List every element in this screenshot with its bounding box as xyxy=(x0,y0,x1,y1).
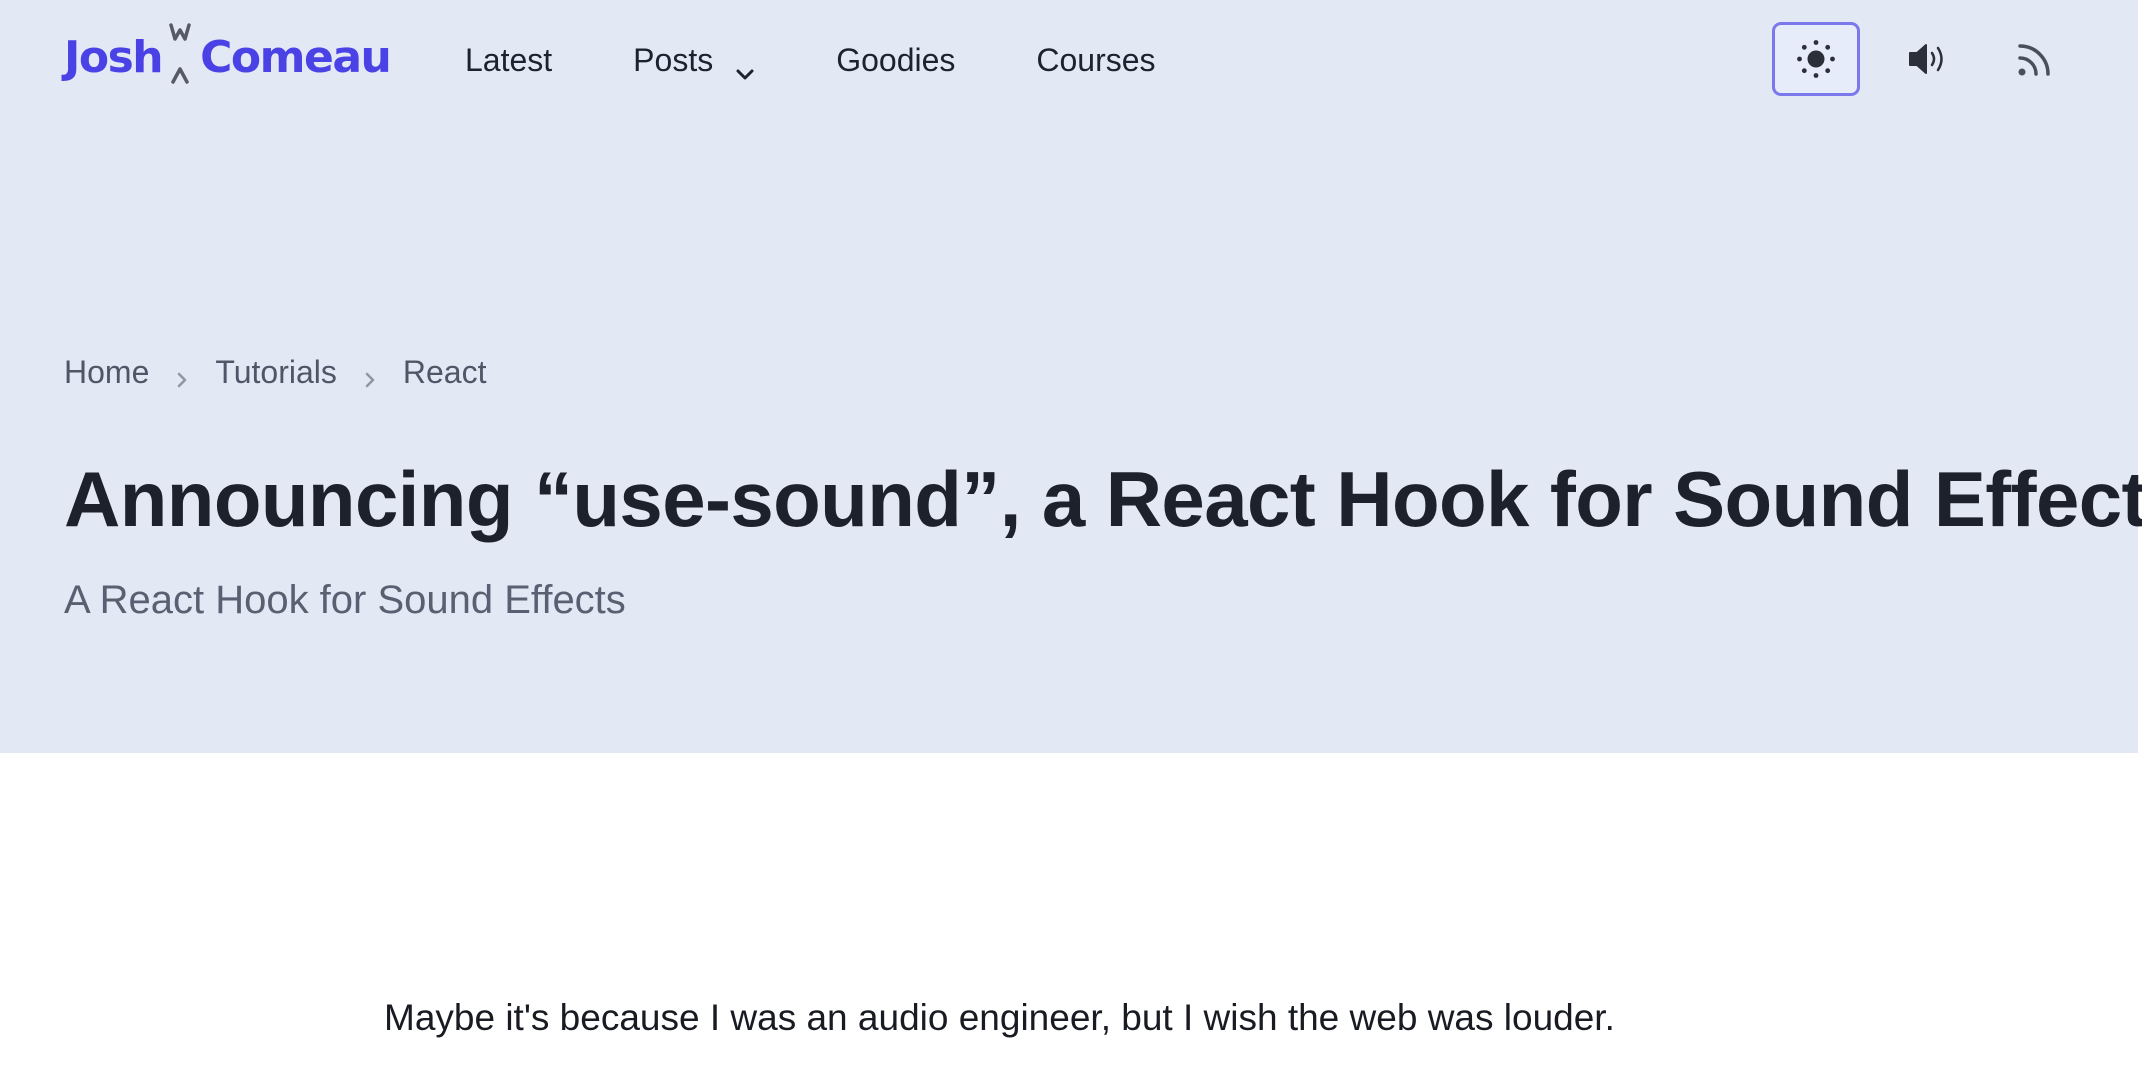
nav-posts-label: Posts xyxy=(633,41,714,78)
rss-feed-button[interactable] xyxy=(1991,22,2079,96)
sound-toggle-button[interactable] xyxy=(1885,22,1973,96)
main-nav: Latest Posts Goodies Courses xyxy=(465,30,1237,90)
speaker-icon xyxy=(1909,44,1943,74)
logo-first-name: Josh xyxy=(64,31,164,83)
breadcrumb-react[interactable]: React xyxy=(403,354,487,391)
page-subtitle: A React Hook for Sound Effects xyxy=(64,578,626,622)
nav-latest-label: Latest xyxy=(465,41,553,78)
site-logo[interactable]: Josh Comeau xyxy=(64,22,392,92)
hero-section: Josh Comeau Latest Posts Goodies Courses… xyxy=(0,0,2142,753)
page-title: Announcing “use-sound”, a React Hook for… xyxy=(64,455,2142,543)
breadcrumb-home[interactable]: Home xyxy=(64,354,149,391)
sun-icon xyxy=(1797,40,1835,78)
article-intro-paragraph: Maybe it's because I was an audio engine… xyxy=(384,997,1615,1038)
nav-posts[interactable]: Posts xyxy=(633,41,755,80)
nav-goodies-label: Goodies xyxy=(836,41,956,78)
theme-toggle-button[interactable] xyxy=(1772,22,1860,96)
logo-squiggle-icon xyxy=(162,22,200,92)
nav-latest[interactable]: Latest xyxy=(465,42,552,79)
breadcrumb: Home Tutorials React xyxy=(64,354,486,391)
chevron-down-icon xyxy=(735,53,755,80)
header-actions xyxy=(1772,22,2079,96)
chevron-right-icon xyxy=(363,362,377,387)
logo-last-name: Comeau xyxy=(200,31,392,83)
site-header: Josh Comeau Latest Posts Goodies Courses xyxy=(0,0,2138,120)
nav-courses[interactable]: Courses xyxy=(1036,42,1155,79)
nav-courses-label: Courses xyxy=(1036,41,1156,78)
rss-icon xyxy=(2018,44,2050,76)
nav-goodies[interactable]: Goodies xyxy=(836,42,955,79)
chevron-right-icon xyxy=(175,362,189,387)
breadcrumb-tutorials[interactable]: Tutorials xyxy=(215,354,337,391)
